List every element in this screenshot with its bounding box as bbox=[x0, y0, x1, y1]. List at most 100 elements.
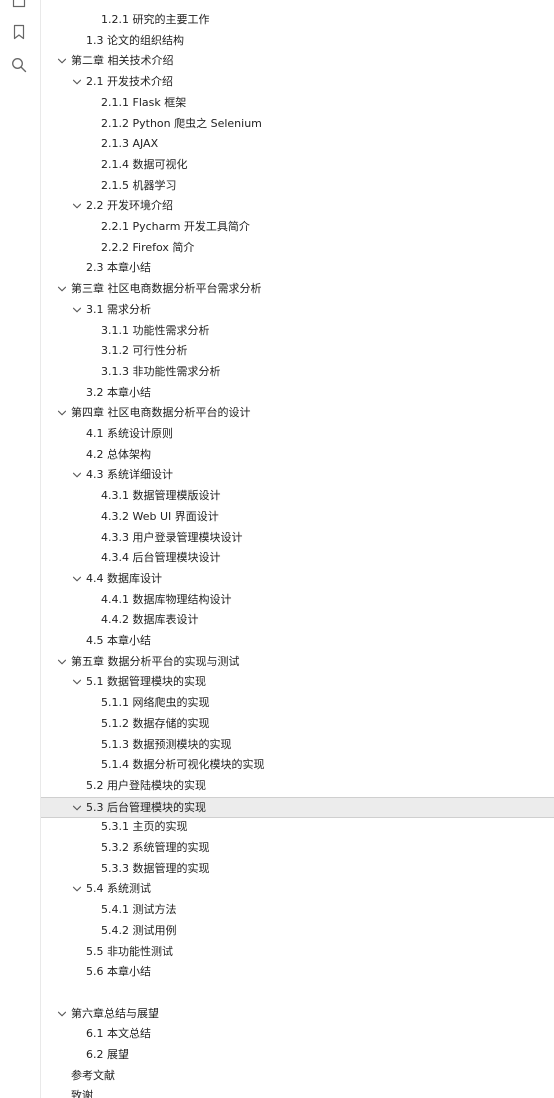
outline-item[interactable]: 第五章 数据分析平台的实现与测试 bbox=[41, 652, 554, 672]
bookmark-panel-button[interactable] bbox=[7, 20, 31, 44]
search-panel-button[interactable] bbox=[7, 53, 31, 77]
outline-item-label: 4.3.2 Web UI 界面设计 bbox=[101, 509, 219, 523]
outline-item[interactable]: 4.2 总体架构 bbox=[41, 445, 554, 465]
outline-item-label: 4.3 系统详细设计 bbox=[86, 468, 173, 482]
outline-item[interactable]: 2.2.2 Firefox 简介 bbox=[41, 238, 554, 258]
outline-item[interactable]: 4.3.1 数据管理模版设计 bbox=[41, 486, 554, 506]
outline-item-label: 4.2 总体架构 bbox=[86, 447, 151, 461]
outline-item[interactable]: 5.5 非功能性测试 bbox=[41, 942, 554, 962]
outline-item[interactable]: 5.1.3 数据预测模块的实现 bbox=[41, 735, 554, 755]
outline-item-label: 5.1.3 数据预测模块的实现 bbox=[101, 737, 232, 751]
outline-item[interactable]: 5.3.1 主页的实现 bbox=[41, 817, 554, 837]
chevron-down-icon[interactable] bbox=[71, 676, 83, 688]
outline-item[interactable]: 2.1.5 机器学习 bbox=[41, 176, 554, 196]
outline-item-label: 致谢 bbox=[71, 1089, 93, 1098]
outline-tree: 1.2.1 研究的主要工作 1.3 论文的组织结构第二章 相关技术介绍 2.1 开发… bbox=[41, 0, 554, 1098]
outline-item[interactable]: 5.4.1 测试方法 bbox=[41, 900, 554, 920]
outline-item[interactable]: 3.1.1 功能性需求分析 bbox=[41, 321, 554, 341]
outline-item-label: 3.1.1 功能性需求分析 bbox=[101, 323, 210, 337]
chevron-down-icon[interactable] bbox=[56, 1008, 68, 1020]
outline-item-label: 4.3.3 用户登录管理模块设计 bbox=[101, 530, 243, 544]
outline-item[interactable]: 第二章 相关技术介绍 bbox=[41, 51, 554, 71]
outline-item[interactable]: 致谢 bbox=[41, 1086, 554, 1098]
outline-item[interactable]: 5.3 后台管理模块的实现 bbox=[41, 796, 554, 818]
outline-item[interactable]: 3.1.2 可行性分析 bbox=[41, 341, 554, 361]
chevron-down-icon[interactable] bbox=[71, 883, 83, 895]
outline-item[interactable]: 2.1.3 AJAX bbox=[41, 134, 554, 154]
outline-item[interactable]: 5.6 本章小结 bbox=[41, 962, 554, 982]
outline-item[interactable]: 2.1 开发技术介绍 bbox=[41, 72, 554, 92]
outline-item[interactable]: 4.5 本章小结 bbox=[41, 631, 554, 651]
outline-item[interactable]: 5.1.2 数据存储的实现 bbox=[41, 714, 554, 734]
outline-item-label: 4.4.1 数据库物理结构设计 bbox=[101, 592, 232, 606]
outline-item[interactable]: 4.1 系统设计原则 bbox=[41, 424, 554, 444]
outline-item[interactable]: 5.1.4 数据分析可视化模块的实现 bbox=[41, 755, 554, 775]
outline-item-label: 参考文献 bbox=[71, 1068, 115, 1082]
outline-item-label: 6.2 展望 bbox=[86, 1048, 129, 1061]
outline-item-label: 第五章 数据分析平台的实现与测试 bbox=[71, 654, 240, 668]
outline-item[interactable]: 5.4.2 测试用例 bbox=[41, 921, 554, 941]
outline-item-label: 2.1.5 机器学习 bbox=[101, 178, 177, 192]
outline-item[interactable]: 5.1.1 网络爬虫的实现 bbox=[41, 693, 554, 713]
outline-item[interactable]: 5.3.2 系统管理的实现 bbox=[41, 838, 554, 858]
outline-item-label: 2.1.2 Python 爬虫之 Selenium bbox=[101, 116, 262, 130]
outline-item-label: 2.1 开发技术介绍 bbox=[86, 75, 173, 89]
outline-item[interactable]: 4.3 系统详细设计 bbox=[41, 465, 554, 485]
chevron-down-icon[interactable] bbox=[71, 200, 83, 212]
outline-item-label: 2.2.1 Pycharm 开发工具简介 bbox=[101, 220, 250, 233]
outline-item[interactable]: 第三章 社区电商数据分析平台需求分析 bbox=[41, 279, 554, 299]
chevron-down-icon[interactable] bbox=[71, 469, 83, 481]
outline-item[interactable]: 3.1 需求分析 bbox=[41, 300, 554, 320]
outline-item-label: 5.1 数据管理模块的实现 bbox=[86, 675, 206, 689]
outline-item[interactable]: 5.1 数据管理模块的实现 bbox=[41, 672, 554, 692]
outline-item[interactable]: 参考文献 bbox=[41, 1066, 554, 1086]
outline-item[interactable]: 4.4 数据库设计 bbox=[41, 569, 554, 589]
chevron-down-icon[interactable] bbox=[71, 304, 83, 316]
chevron-down-icon[interactable] bbox=[71, 573, 83, 585]
outline-item-label: 2.1.1 Flask 框架 bbox=[101, 95, 187, 109]
outline-item[interactable]: 5.4 系统测试 bbox=[41, 879, 554, 899]
outline-item[interactable]: 2.3 本章小结 bbox=[41, 258, 554, 278]
outline-item[interactable]: 4.4.1 数据库物理结构设计 bbox=[41, 590, 554, 610]
outline-item-label: 第四章 社区电商数据分析平台的设计 bbox=[71, 406, 251, 420]
outline-item-label: 2.1.4 数据可视化 bbox=[101, 157, 188, 171]
outline-item-label: 2.3 本章小结 bbox=[86, 261, 151, 275]
outline-item-label: 4.5 本章小结 bbox=[86, 634, 151, 647]
outline-item-label: 5.3.2 系统管理的实现 bbox=[101, 841, 210, 854]
outline-item[interactable]: 第六章总结与展望 bbox=[41, 1004, 554, 1024]
chevron-down-icon[interactable] bbox=[56, 283, 68, 295]
outline-item-label: 5.4 系统测试 bbox=[86, 882, 151, 896]
outline-panel-button[interactable] bbox=[7, 0, 31, 13]
outline-item[interactable]: 6.1 本文总结 bbox=[41, 1024, 554, 1044]
pdf-viewer: 1.2.1 研究的主要工作 1.3 论文的组织结构第二章 相关技术介绍 2.1 开发… bbox=[0, 0, 554, 1098]
chevron-down-icon[interactable] bbox=[71, 802, 83, 814]
chevron-down-icon[interactable] bbox=[56, 656, 68, 668]
chevron-down-icon[interactable] bbox=[71, 76, 83, 88]
outline-item-label: 4.3.4 后台管理模块设计 bbox=[101, 551, 221, 565]
outline-item[interactable]: 2.2 开发环境介绍 bbox=[41, 196, 554, 216]
outline-item[interactable]: 6.2 展望 bbox=[41, 1045, 554, 1065]
outline-item[interactable]: 2.2.1 Pycharm 开发工具简介 bbox=[41, 217, 554, 237]
outline-item[interactable]: 2.1.4 数据可视化 bbox=[41, 155, 554, 175]
outline-item[interactable]: 2.1.1 Flask 框架 bbox=[41, 93, 554, 113]
chevron-down-icon[interactable] bbox=[56, 407, 68, 419]
outline-item-label: 5.6 本章小结 bbox=[86, 965, 151, 979]
outline-item[interactable]: 第四章 社区电商数据分析平台的设计 bbox=[41, 403, 554, 423]
outline-item-label: 4.1 系统设计原则 bbox=[86, 427, 173, 440]
outline-item[interactable]: 4.3.3 用户登录管理模块设计 bbox=[41, 528, 554, 548]
outline-item[interactable]: 4.3.4 后台管理模块设计 bbox=[41, 548, 554, 568]
outline-item-label: 5.4.1 测试方法 bbox=[101, 903, 177, 917]
outline-item[interactable]: 4.3.2 Web UI 界面设计 bbox=[41, 507, 554, 527]
outline-item[interactable]: 5.2 用户登陆模块的实现 bbox=[41, 776, 554, 796]
outline-item[interactable]: 1.2.1 研究的主要工作 bbox=[41, 10, 554, 30]
outline-item[interactable]: 3.2 本章小结 bbox=[41, 383, 554, 403]
outline-item-label: 1.3 论文的组织结构 bbox=[86, 33, 184, 47]
outline-spacer bbox=[41, 983, 554, 1003]
sidebar-rail bbox=[0, 0, 40, 1098]
outline-item[interactable]: 1.3 论文的组织结构 bbox=[41, 31, 554, 51]
chevron-down-icon[interactable] bbox=[56, 55, 68, 67]
outline-item[interactable]: 4.4.2 数据库表设计 bbox=[41, 610, 554, 630]
outline-item[interactable]: 3.1.3 非功能性需求分析 bbox=[41, 362, 554, 382]
outline-item[interactable]: 5.3.3 数据管理的实现 bbox=[41, 859, 554, 879]
outline-item[interactable]: 2.1.2 Python 爬虫之 Selenium bbox=[41, 114, 554, 134]
